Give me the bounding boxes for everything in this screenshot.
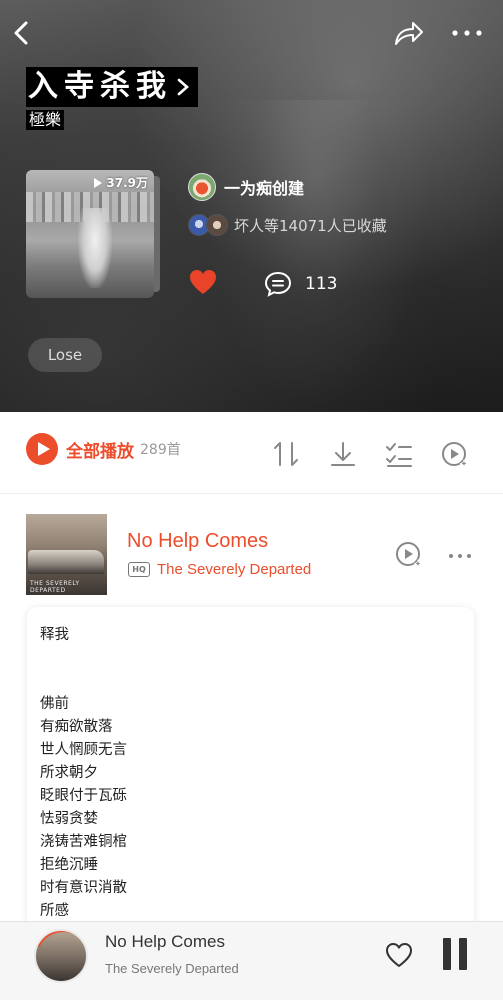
multi-select-icon[interactable] bbox=[384, 439, 414, 469]
video-play-icon[interactable] bbox=[440, 439, 470, 469]
download-icon[interactable] bbox=[328, 439, 358, 469]
lyric-line: 所感 bbox=[40, 903, 69, 919]
header-background-image bbox=[200, 100, 430, 410]
progress-ring bbox=[36, 931, 86, 981]
chevron-right-icon bbox=[177, 78, 189, 96]
song-title[interactable]: No Help Comes bbox=[127, 530, 268, 553]
lyric-line: 佛前 bbox=[40, 696, 69, 712]
collect-count-text: 坏人等14071人已收藏 bbox=[234, 216, 387, 235]
play-count-text: 37.9万 bbox=[106, 176, 148, 190]
playlist-tag[interactable]: Lose bbox=[28, 338, 102, 372]
lyric-line: 眨眼付于瓦砾 bbox=[40, 788, 127, 804]
collector-avatar bbox=[206, 214, 228, 236]
lyric-line: 释我 bbox=[40, 627, 69, 643]
now-playing-artist: The Severely Departed bbox=[105, 961, 239, 976]
lyric-line: 时有意识消散 bbox=[40, 880, 127, 896]
playlist-toolbar: 全部播放 289首 bbox=[0, 412, 503, 494]
mini-player[interactable] bbox=[0, 921, 503, 1000]
collectors-info[interactable]: 坏人等14071人已收藏 bbox=[188, 214, 387, 236]
comment-count: 113 bbox=[305, 274, 338, 294]
lyric-line bbox=[40, 647, 461, 670]
playlist-subtitle: 極樂 bbox=[26, 110, 65, 130]
track-count: 289首 bbox=[140, 442, 181, 458]
song-artist[interactable]: The Severely Departed bbox=[157, 561, 311, 578]
play-count-badge: 37.9万 bbox=[94, 174, 148, 191]
play-all-icon bbox=[26, 433, 58, 465]
play-all-label: 全部播放 bbox=[66, 441, 134, 462]
cover-caption: THE SEVERELY DEPARTED bbox=[30, 580, 80, 594]
lyric-line: 世人惘顾无言 bbox=[40, 742, 127, 758]
playlist-title[interactable]: 入寺杀我 bbox=[26, 67, 198, 107]
lyric-line bbox=[40, 670, 461, 693]
lyric-line: 怯弱贪婪 bbox=[40, 811, 98, 827]
play-all-button[interactable]: 全部播放 289首 bbox=[26, 433, 181, 465]
song-more-icon[interactable] bbox=[447, 547, 473, 559]
share-icon[interactable] bbox=[392, 18, 424, 48]
heart-outline-icon[interactable] bbox=[384, 941, 414, 969]
back-icon[interactable] bbox=[10, 18, 36, 48]
playlist-title-text: 入寺杀我 bbox=[28, 69, 172, 104]
comment-button[interactable]: 113 bbox=[263, 270, 337, 298]
song-cover-image[interactable]: THE SEVERELY DEPARTED bbox=[26, 514, 107, 595]
heart-icon[interactable] bbox=[188, 268, 218, 296]
comment-icon bbox=[264, 271, 292, 297]
lyrics-card[interactable]: 释我 佛前 有痴欲散落 世人惘顾无言 所求朝夕 眨眼付于瓦砾 怯弱贪婪 浇铸苦难… bbox=[27, 607, 474, 927]
creator-avatar bbox=[188, 173, 216, 201]
hq-badge: HQ bbox=[128, 562, 150, 577]
more-icon[interactable] bbox=[450, 24, 484, 42]
playlist-cover[interactable]: 37.9万 bbox=[26, 170, 162, 298]
creator-name: 一为痴创建 bbox=[224, 179, 305, 198]
song-video-icon[interactable] bbox=[394, 539, 424, 569]
now-playing-artwork[interactable] bbox=[34, 929, 88, 983]
sort-icon[interactable] bbox=[271, 439, 301, 469]
lyric-line: 浇铸苦难铜棺 bbox=[40, 834, 127, 850]
play-icon bbox=[94, 177, 103, 188]
playlist-header: 入寺杀我 極樂 37.9万 一为痴创建 坏人等14071人已收藏 113 Los… bbox=[0, 0, 503, 412]
playlist-cover-image: 37.9万 bbox=[26, 170, 154, 298]
creator-info[interactable]: 一为痴创建 bbox=[188, 173, 304, 201]
pause-icon[interactable] bbox=[441, 938, 469, 970]
lyric-line: 有痴欲散落 bbox=[40, 719, 113, 735]
lyric-line: 所求朝夕 bbox=[40, 765, 98, 781]
now-playing-title[interactable]: No Help Comes bbox=[105, 932, 225, 952]
lyric-line: 拒绝沉睡 bbox=[40, 857, 98, 873]
